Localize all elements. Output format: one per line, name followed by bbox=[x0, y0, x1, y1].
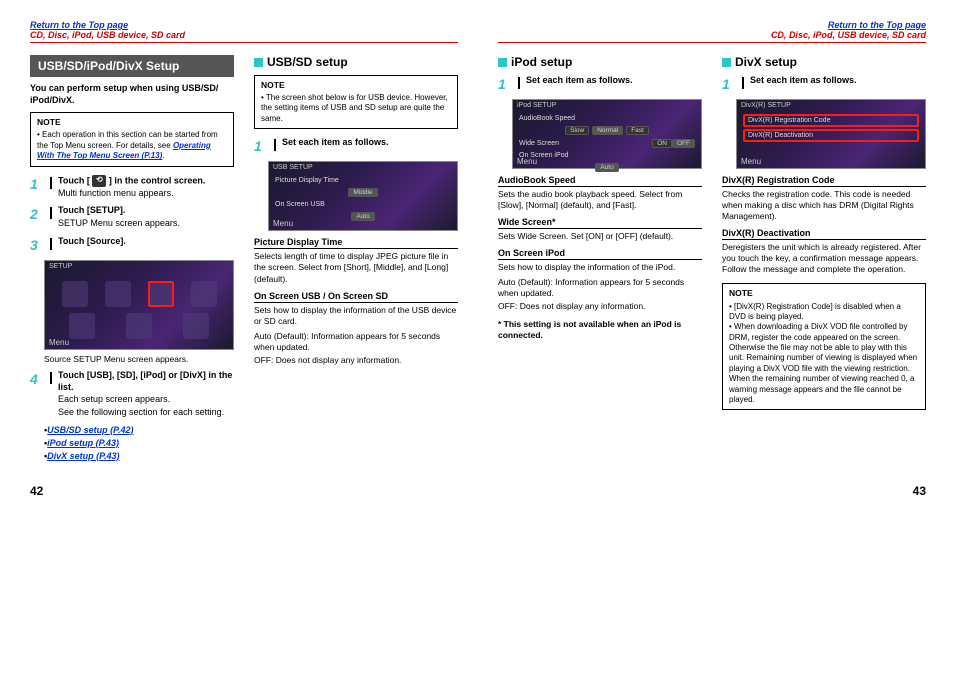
note-title: NOTE bbox=[729, 288, 919, 299]
step2-sub: SETUP Menu screen appears. bbox=[58, 218, 234, 230]
shot-title: DivX(R) SETUP bbox=[741, 102, 791, 109]
xref-divx[interactable]: DivX setup (P.43) bbox=[44, 451, 234, 461]
usb-setup-screenshot: USB SETUP Picture Display Time Middle On… bbox=[268, 161, 458, 231]
shot-menu-label: Menu bbox=[49, 338, 69, 347]
asterisk-note: * This setting is not available when an … bbox=[498, 319, 702, 341]
section-marker-icon bbox=[722, 58, 731, 67]
divx-reg-head: DivX(R) Registration Code bbox=[722, 175, 926, 187]
note-box: NOTE The screen shot below is for USB de… bbox=[254, 75, 458, 129]
ipod-step1: Set each item as follows. bbox=[526, 75, 702, 87]
shot-menu-label: Menu bbox=[273, 219, 293, 228]
onscreen-usb-desc: Sets how to display the information of t… bbox=[254, 305, 458, 327]
divx-reg-desc: Checks the registration code. This code … bbox=[722, 189, 926, 222]
step-number: 1 bbox=[498, 75, 512, 93]
divx-deact-desc: Deregisters the unit which is already re… bbox=[722, 242, 926, 275]
divx-setup-screenshot: DivX(R) SETUP DivX(R) Registration Code … bbox=[736, 99, 926, 169]
step1-text-a: Touch [ bbox=[58, 175, 92, 185]
widescreen-desc: Sets Wide Screen. Set [ON] or [OFF] (def… bbox=[498, 231, 702, 242]
step-number: 1 bbox=[254, 137, 268, 155]
step-number: 3 bbox=[30, 236, 44, 254]
section-marker-icon bbox=[498, 58, 507, 67]
off-label: OFF: bbox=[254, 355, 276, 365]
section-marker-icon bbox=[254, 58, 263, 67]
step-number: 4 bbox=[30, 370, 44, 419]
intro-text: You can perform setup when using USB/SD/… bbox=[30, 83, 234, 106]
widescreen-head: Wide Screen* bbox=[498, 217, 702, 229]
step4-head: Touch [USB], [SD], [iPod] or [DivX] in t… bbox=[58, 370, 234, 393]
usb-step1: Set each item as follows. bbox=[282, 137, 458, 149]
divx-step1: Set each item as follows. bbox=[750, 75, 926, 87]
step-number: 1 bbox=[722, 75, 736, 93]
page-number: 43 bbox=[498, 464, 926, 498]
step4-sub1: Each setup screen appears. bbox=[58, 394, 234, 406]
shot-title: SETUP bbox=[49, 263, 72, 270]
shot-caption: Source SETUP Menu screen appears. bbox=[44, 354, 234, 364]
note-text: The screen shot below is for USB device.… bbox=[261, 93, 451, 124]
note-title: NOTE bbox=[261, 80, 451, 91]
shot-menu-label: Menu bbox=[517, 157, 537, 166]
off-label: OFF: bbox=[498, 301, 520, 311]
xref-ipod[interactable]: iPod setup (P.43) bbox=[44, 438, 234, 448]
off-text: Does not display any information. bbox=[520, 301, 646, 311]
divx-deact-head: DivX(R) Deactivation bbox=[722, 228, 926, 240]
xref-usb-sd[interactable]: USB/SD setup (P.42) bbox=[44, 425, 234, 435]
picture-display-time-desc: Selects length of time to display JPEG p… bbox=[254, 251, 458, 284]
audiobook-speed-desc: Sets the audio book playback speed. Sele… bbox=[498, 189, 702, 211]
picture-display-time-head: Picture Display Time bbox=[254, 237, 458, 249]
section-title: USB/SD/iPod/DivX Setup bbox=[30, 55, 234, 77]
page-number: 42 bbox=[30, 464, 458, 498]
note-title: NOTE bbox=[37, 117, 227, 128]
step-number: 1 bbox=[30, 175, 44, 200]
return-link[interactable]: Return to the Top page bbox=[828, 20, 926, 30]
usb-sd-heading: USB/SD setup bbox=[267, 55, 348, 69]
breadcrumb: CD, Disc, iPod, USB device, SD card bbox=[30, 30, 185, 40]
shot-menu-label: Menu bbox=[741, 157, 761, 166]
onscreen-ipod-desc: Sets how to display the information of t… bbox=[498, 262, 702, 273]
step1-sub: Multi function menu appears. bbox=[58, 188, 234, 200]
page-header: Return to the Top page CD, Disc, iPod, U… bbox=[498, 20, 926, 43]
step3-head: Touch [Source]. bbox=[58, 236, 234, 248]
note-box: NOTE Each operation in this section can … bbox=[30, 112, 234, 166]
step1-text-b: ] in the control screen. bbox=[109, 175, 206, 185]
off-text: Does not display any information. bbox=[276, 355, 402, 365]
onscreen-ipod-head: On Screen iPod bbox=[498, 248, 702, 260]
page-header: Return to the Top page CD, Disc, iPod, U… bbox=[30, 20, 458, 43]
onscreen-usb-head: On Screen USB / On Screen SD bbox=[254, 291, 458, 303]
step-number: 2 bbox=[30, 205, 44, 229]
menu-icon: ⟲ bbox=[92, 175, 106, 187]
step4-sub2: See the following section for each setti… bbox=[58, 407, 234, 419]
step2-head: Touch [SETUP]. bbox=[58, 205, 234, 217]
shot-title: USB SETUP bbox=[273, 164, 313, 171]
auto-label: Auto (Default): bbox=[498, 277, 555, 287]
ipod-heading: iPod setup bbox=[511, 55, 572, 69]
auto-label: Auto (Default): bbox=[254, 331, 311, 341]
return-link[interactable]: Return to the Top page bbox=[30, 20, 128, 30]
note-box: NOTE [DivX(R) Registration Code] is disa… bbox=[722, 283, 926, 410]
note-item-2: When downloading a DivX VOD file control… bbox=[729, 322, 919, 405]
ipod-setup-screenshot: iPod SETUP AudioBook Speed Slow Normal F… bbox=[512, 99, 702, 169]
note-item-1: [DivX(R) Registration Code] is disabled … bbox=[729, 302, 919, 323]
audiobook-speed-head: AudioBook Speed bbox=[498, 175, 702, 187]
setup-screenshot: SETUP Menu bbox=[44, 260, 234, 350]
shot-title: iPod SETUP bbox=[517, 102, 556, 109]
breadcrumb: CD, Disc, iPod, USB device, SD card bbox=[771, 30, 926, 40]
divx-heading: DivX setup bbox=[735, 55, 797, 69]
